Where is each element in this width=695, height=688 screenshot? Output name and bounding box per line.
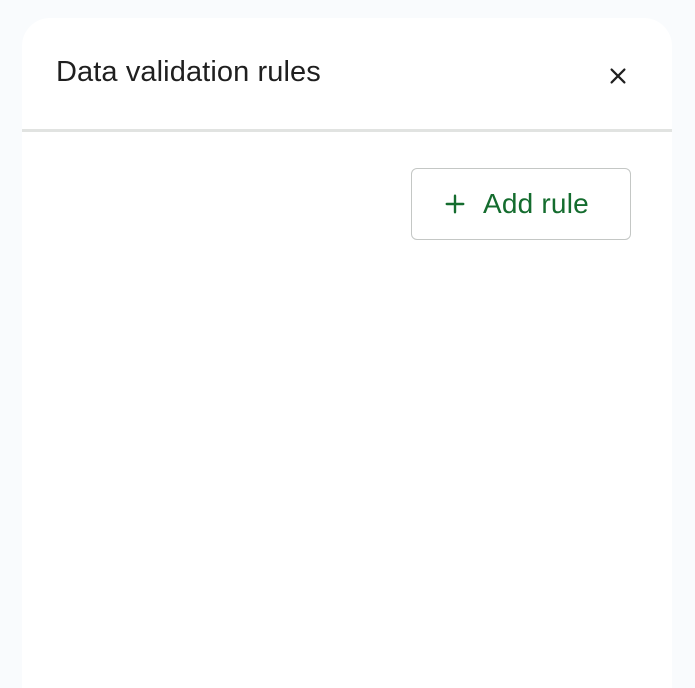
data-validation-side-panel: Data validation rules Add rule <box>22 18 672 688</box>
add-rule-label: Add rule <box>483 188 589 219</box>
page: Data validation rules Add rule <box>0 0 695 688</box>
panel-title: Data validation rules <box>56 56 321 88</box>
add-rule-button[interactable]: Add rule <box>411 168 631 240</box>
plus-icon <box>444 193 466 215</box>
close-icon <box>607 65 629 92</box>
close-button[interactable] <box>600 60 636 96</box>
panel-header: Data validation rules <box>22 18 672 132</box>
